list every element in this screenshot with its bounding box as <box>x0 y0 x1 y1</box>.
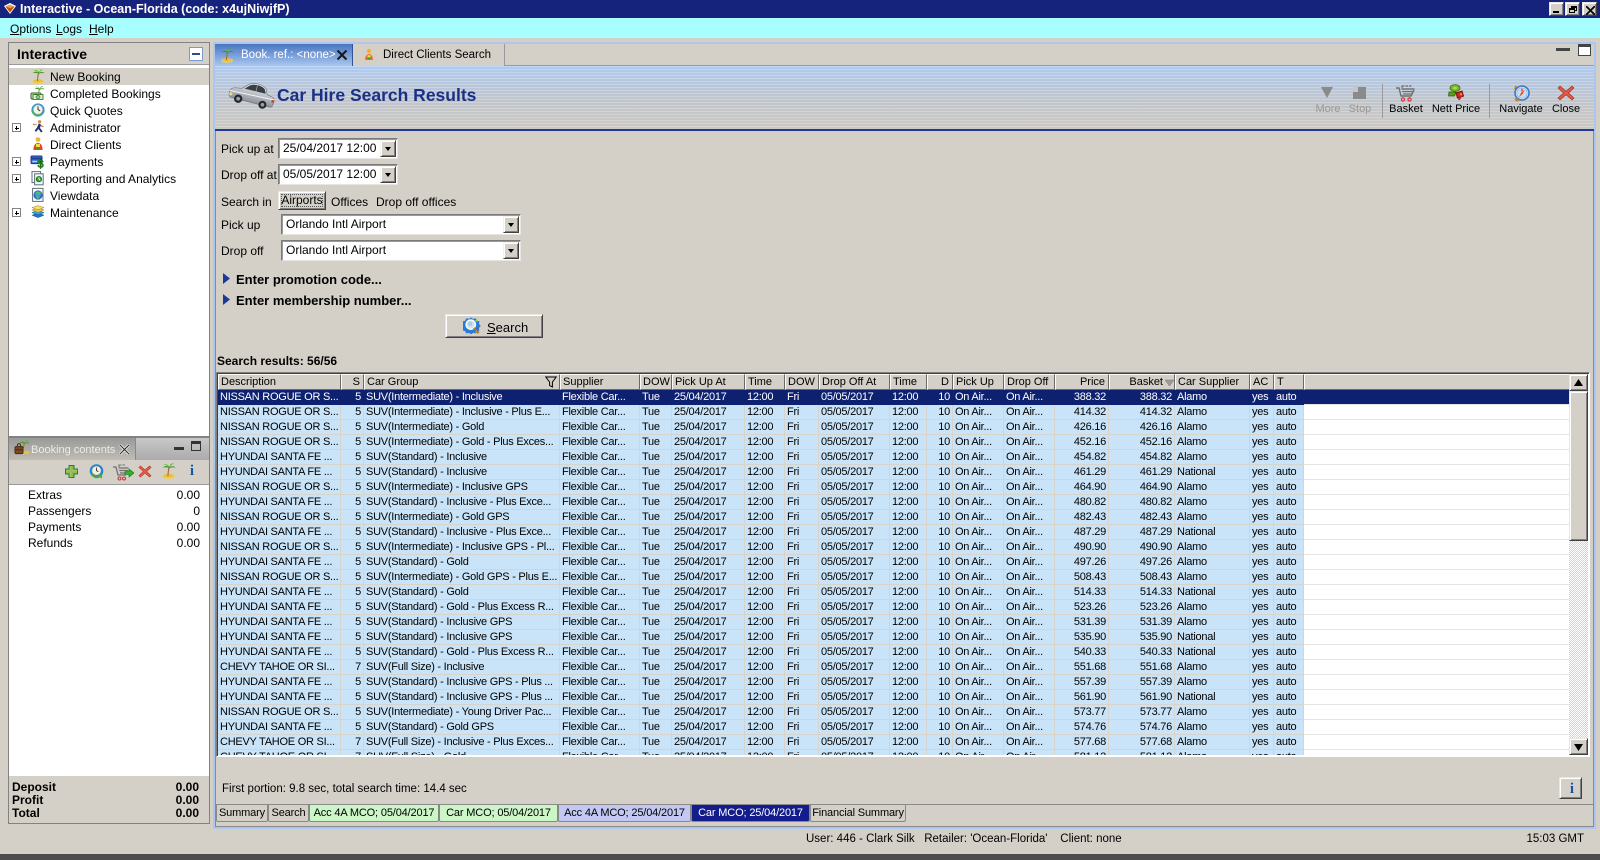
svg-text:i: i <box>1570 781 1574 795</box>
svg-text:$: $ <box>38 159 44 169</box>
svg-text:i: i <box>190 463 194 477</box>
